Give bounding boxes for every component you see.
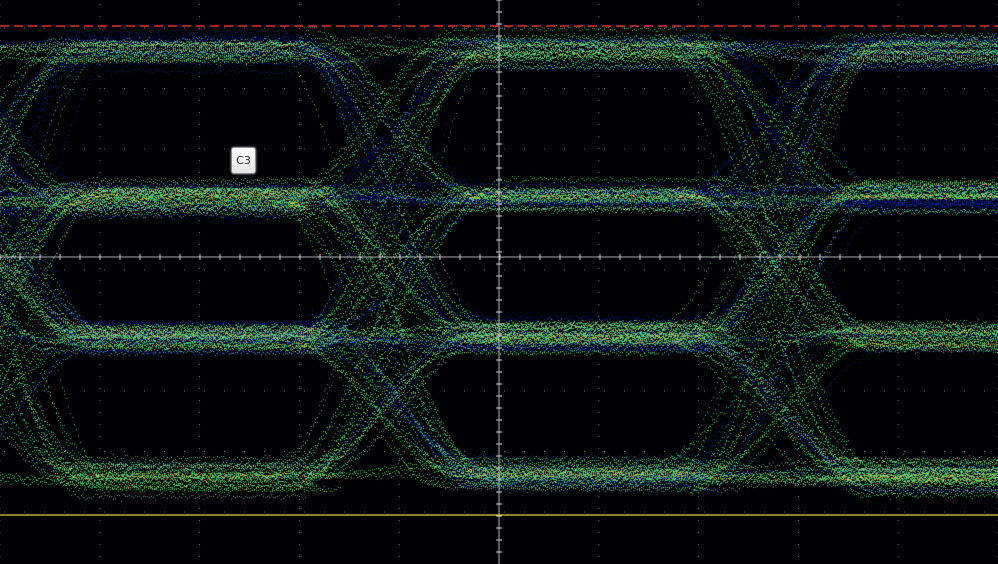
- oscilloscope-display[interactable]: C3: [0, 0, 998, 564]
- eye-diagram-trace: [0, 0, 998, 564]
- channel-c3-label[interactable]: C3: [231, 147, 256, 174]
